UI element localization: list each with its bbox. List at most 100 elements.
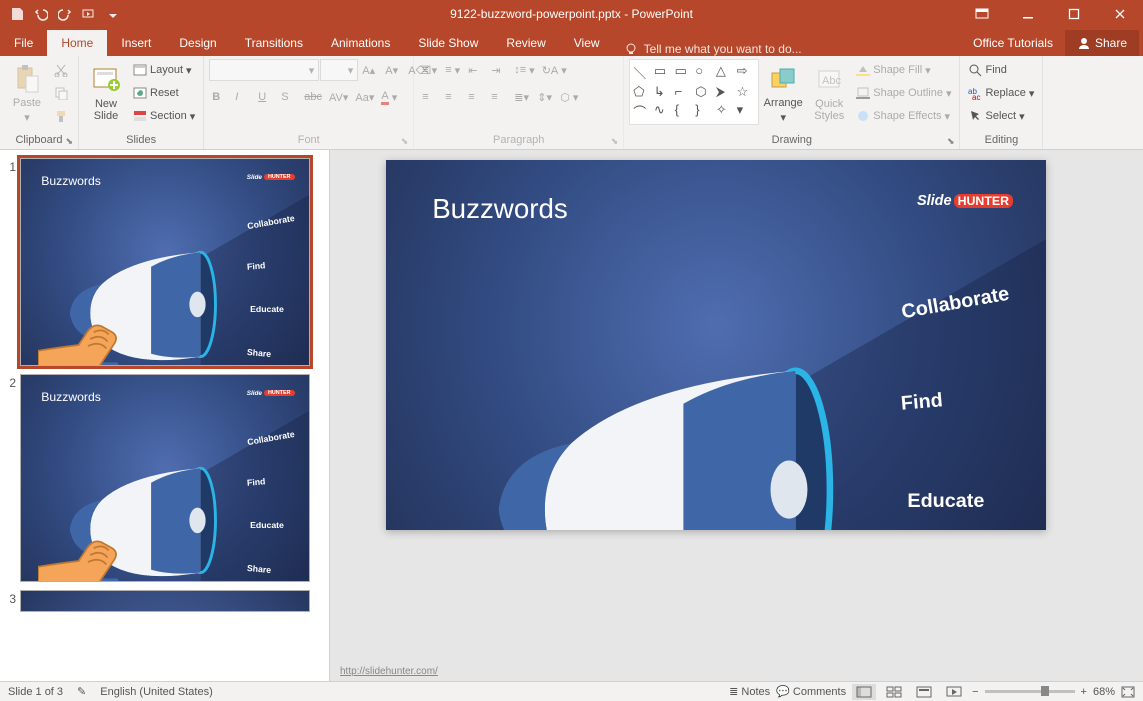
align-text-button[interactable]: ⇕▾ xyxy=(534,86,556,108)
shape-arrow-icon[interactable]: ⇨ xyxy=(737,63,756,82)
paste-button[interactable]: Paste ▾ xyxy=(5,59,49,127)
tab-design[interactable]: Design xyxy=(165,30,230,56)
maximize-icon[interactable] xyxy=(1051,0,1097,28)
shape-pentagon-icon[interactable]: ⬠ xyxy=(633,84,652,100)
font-color-button[interactable]: A▾ xyxy=(378,86,400,108)
redo-icon[interactable] xyxy=(54,3,76,25)
bullets-button[interactable]: ≡▾ xyxy=(419,59,441,81)
clipboard-launcher-icon[interactable]: ⬊ xyxy=(65,136,73,147)
numbering-button[interactable]: ≡▾ xyxy=(442,59,464,81)
copy-button[interactable] xyxy=(51,82,73,104)
spellcheck-icon[interactable]: ✎ xyxy=(77,685,86,698)
shape-brace-icon[interactable]: ⌐ xyxy=(675,84,694,100)
tab-review[interactable]: Review xyxy=(492,30,559,56)
smartart-button[interactable]: ⬡▾ xyxy=(557,86,581,108)
comments-button[interactable]: 💬 Comments xyxy=(776,685,846,698)
shape-hex-icon[interactable]: ⬡ xyxy=(695,84,714,100)
bold-button[interactable]: B xyxy=(209,86,231,108)
office-tutorials-link[interactable]: Office Tutorials xyxy=(961,30,1065,56)
font-launcher-icon[interactable]: ⬊ xyxy=(401,136,409,147)
underline-button[interactable]: U xyxy=(255,86,277,108)
shape-scribble-icon[interactable]: ∿ xyxy=(654,102,673,121)
slide-thumbnail-1[interactable]: BuzzwordsSlideHUNTERCollaborateFindEduca… xyxy=(20,158,310,366)
slide-sorter-button[interactable] xyxy=(882,684,906,700)
find-button[interactable]: Find xyxy=(965,59,1037,81)
new-slide-button[interactable]: New Slide xyxy=(84,59,128,127)
tab-insert[interactable]: Insert xyxy=(107,30,165,56)
italic-button[interactable]: I xyxy=(232,86,254,108)
shape-rect-icon[interactable]: ▭ xyxy=(654,63,673,82)
status-language[interactable]: English (United States) xyxy=(100,686,213,698)
notes-button[interactable]: ≣ Notes xyxy=(729,685,770,698)
columns-button[interactable]: ≣▾ xyxy=(511,86,533,108)
reading-view-button[interactable] xyxy=(912,684,936,700)
shape-chevron-icon[interactable]: ⮞ xyxy=(716,84,735,100)
slide-canvas[interactable]: BuzzwordsSlideHUNTERCollaborateFindEduca… xyxy=(386,160,1046,530)
arrange-button[interactable]: Arrange▾ xyxy=(761,59,805,127)
slideshow-view-button[interactable] xyxy=(942,684,966,700)
zoom-out-button[interactable]: − xyxy=(972,686,978,698)
align-center-button[interactable]: ≡ xyxy=(442,86,464,108)
decrease-font-button[interactable]: A▾ xyxy=(382,59,404,81)
slide-thumbnail-3[interactable] xyxy=(20,590,310,612)
tab-transitions[interactable]: Transitions xyxy=(231,30,317,56)
close-icon[interactable] xyxy=(1097,0,1143,28)
increase-font-button[interactable]: A▴ xyxy=(359,59,381,81)
shape-rect2-icon[interactable]: ▭ xyxy=(675,63,694,82)
minimize-icon[interactable] xyxy=(1005,0,1051,28)
tab-file[interactable]: File xyxy=(0,30,47,56)
shape-star-icon[interactable]: ☆ xyxy=(737,84,756,100)
tab-slideshow[interactable]: Slide Show xyxy=(404,30,492,56)
tab-home[interactable]: Home xyxy=(47,30,107,56)
zoom-slider[interactable] xyxy=(985,690,1075,693)
shape-curve-icon[interactable]: ⌒ xyxy=(633,102,652,121)
shape-connector-icon[interactable]: ↳ xyxy=(654,84,673,100)
shape-triangle-icon[interactable]: △ xyxy=(716,63,735,82)
text-direction-button[interactable]: ↻A▾ xyxy=(539,59,570,81)
quick-styles-button[interactable]: Abc Quick Styles xyxy=(807,59,851,127)
shape-line-icon[interactable]: ＼ xyxy=(633,63,652,82)
customize-qat-icon[interactable] xyxy=(102,3,124,25)
shadow-button[interactable]: S xyxy=(278,86,300,108)
shape-outline-button[interactable]: Shape Outline ▾ xyxy=(853,82,954,104)
drawing-launcher-icon[interactable]: ⬊ xyxy=(947,136,955,147)
zoom-in-button[interactable]: + xyxy=(1081,686,1087,698)
tell-me-search[interactable]: Tell me what you want to do... xyxy=(614,42,812,56)
layout-button[interactable]: Layout ▾ xyxy=(130,59,198,81)
change-case-button[interactable]: Aa▾ xyxy=(352,86,377,108)
tab-view[interactable]: View xyxy=(560,30,614,56)
align-left-button[interactable]: ≡ xyxy=(419,86,441,108)
save-icon[interactable] xyxy=(6,3,28,25)
shapes-gallery[interactable]: ＼▭▭○△⇨ ⬠↳⌐⬡⮞☆ ⌒∿{}✧▾ xyxy=(629,59,759,125)
shape-oval-icon[interactable]: ○ xyxy=(695,63,714,82)
section-button[interactable]: Section ▾ xyxy=(130,105,198,127)
shape-effects-button[interactable]: Shape Effects ▾ xyxy=(853,105,954,127)
select-button[interactable]: Select ▾ xyxy=(965,105,1037,127)
format-painter-button[interactable] xyxy=(51,105,73,127)
undo-icon[interactable] xyxy=(30,3,52,25)
share-button[interactable]: Share xyxy=(1065,30,1139,56)
shape-rbrace-icon[interactable]: } xyxy=(695,102,714,121)
shape-lbrace-icon[interactable]: { xyxy=(675,102,694,121)
font-family-combo[interactable]: ▾ xyxy=(209,59,319,81)
paragraph-launcher-icon[interactable]: ⬊ xyxy=(611,136,619,147)
shape-fill-button[interactable]: Shape Fill ▾ xyxy=(853,59,954,81)
zoom-level[interactable]: 68% xyxy=(1093,686,1115,698)
slide-thumbnail-panel[interactable]: 1 BuzzwordsSlideHUNTERCollaborateFindEdu… xyxy=(0,150,330,681)
ribbon-display-icon[interactable] xyxy=(959,0,1005,28)
shape-callout-icon[interactable]: ✧ xyxy=(716,102,735,121)
line-spacing-button[interactable]: ↕≡▾ xyxy=(511,59,537,81)
replace-button[interactable]: abacReplace ▾ xyxy=(965,82,1037,104)
start-from-beginning-icon[interactable] xyxy=(78,3,100,25)
slide-thumbnail-2[interactable]: BuzzwordsSlideHUNTERCollaborateFindEduca… xyxy=(20,374,310,582)
align-right-button[interactable]: ≡ xyxy=(465,86,487,108)
char-spacing-button[interactable]: AV▾ xyxy=(326,86,351,108)
strikethrough-button[interactable]: abc xyxy=(301,86,325,108)
tab-animations[interactable]: Animations xyxy=(317,30,404,56)
normal-view-button[interactable] xyxy=(852,684,876,700)
justify-button[interactable]: ≡ xyxy=(488,86,510,108)
reset-button[interactable]: Reset xyxy=(130,82,198,104)
fit-to-window-button[interactable] xyxy=(1121,686,1135,698)
cut-button[interactable] xyxy=(51,59,73,81)
slide-editor-area[interactable]: BuzzwordsSlideHUNTERCollaborateFindEduca… xyxy=(330,150,1143,681)
